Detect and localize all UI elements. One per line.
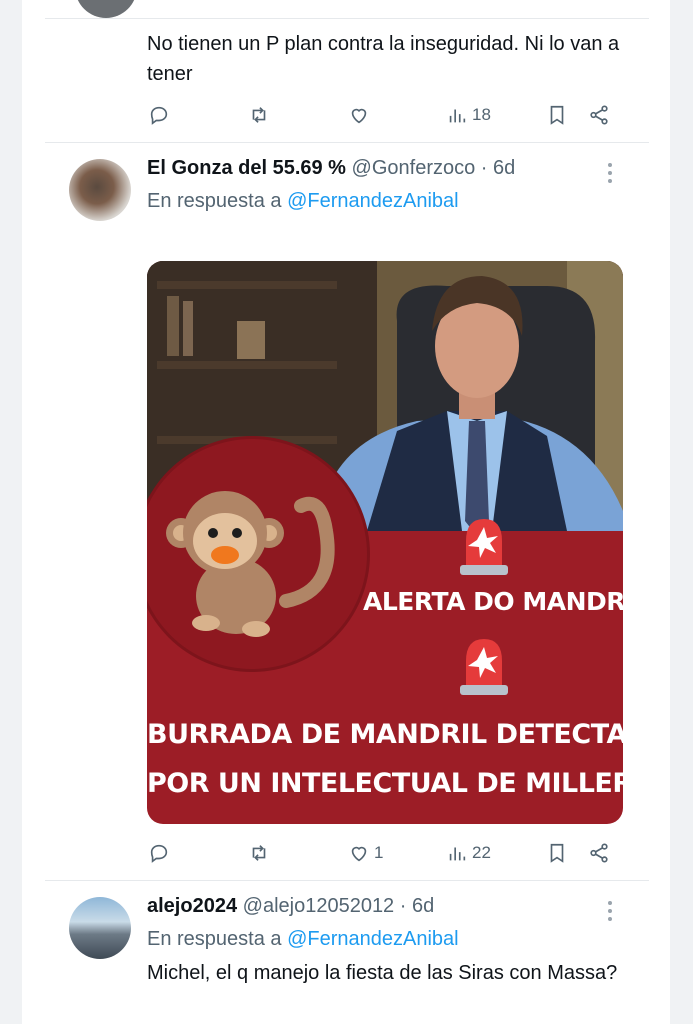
display-name[interactable]: El Gonza del 55.69 % [147, 157, 346, 179]
image-caption-line2: BURRADA DE MANDRIL DETECTADA [147, 719, 623, 750]
bookmark-button[interactable] [546, 102, 568, 128]
heart-icon [351, 846, 367, 862]
timestamp[interactable]: 6d [412, 895, 434, 917]
siren-icon [460, 639, 508, 695]
handle[interactable]: @Gonferzoco [352, 157, 476, 179]
share-icon [590, 105, 608, 125]
avatar[interactable] [69, 897, 131, 959]
more-options-button[interactable] [607, 163, 613, 185]
retweet-button[interactable] [248, 102, 274, 128]
separator: · [399, 895, 407, 917]
divider [45, 880, 649, 881]
avatar[interactable] [75, 0, 137, 18]
tweet-header: alejo2024 @alejo12052012 · 6d [147, 895, 434, 918]
views-button[interactable]: 18 [446, 102, 491, 128]
reply-mention[interactable]: @FernandezAnibal [287, 928, 459, 950]
avatar[interactable] [69, 159, 131, 221]
views-count: 22 [472, 843, 491, 862]
reply-mention[interactable]: @FernandezAnibal [287, 190, 459, 212]
bookmark-button[interactable] [546, 840, 568, 866]
bar-chart-icon [449, 109, 466, 123]
monkey-icon [166, 491, 335, 637]
image-caption-line3: POR UN INTELECTUAL DE MILLER [147, 768, 623, 799]
retweet-icon [252, 845, 266, 861]
more-options-button[interactable] [607, 901, 613, 923]
share-icon [590, 843, 608, 863]
share-button[interactable] [588, 102, 610, 128]
display-name[interactable]: alejo2024 [147, 895, 237, 917]
heart-icon [351, 108, 367, 124]
timeline-column: No tienen un P plan contra la insegurida… [22, 0, 670, 1024]
reply-prefix: En respuesta a [147, 190, 282, 212]
reply-prefix: En respuesta a [147, 928, 282, 950]
separator: · [480, 157, 488, 179]
tweet-text: Michel, el q manejo la fiesta de las Sir… [147, 962, 618, 984]
reply-button[interactable] [148, 840, 174, 866]
views-button[interactable]: 22 [446, 840, 491, 866]
bookmark-icon [550, 843, 564, 863]
handle[interactable]: @alejo12052012 [243, 895, 395, 917]
reply-context: En respuesta a @FernandezAnibal [147, 190, 459, 213]
tweet-text: No tienen un P plan contra la insegurida… [147, 33, 620, 85]
like-button[interactable]: 1 [348, 840, 383, 866]
bookmark-icon [550, 105, 564, 125]
retweet-button[interactable] [248, 840, 274, 866]
tweet-image[interactable]: ALERTA DO MANDRIL BURRADA DE MANDRIL DET… [147, 261, 623, 824]
retweet-icon [252, 107, 266, 123]
reply-button[interactable] [148, 102, 174, 128]
divider [45, 142, 649, 143]
reply-icon [150, 844, 168, 863]
siren-icon [460, 519, 508, 575]
like-count: 1 [374, 843, 384, 862]
image-caption-alert: ALERTA DO MANDRIL [363, 587, 623, 616]
tweet-header: El Gonza del 55.69 % @Gonferzoco · 6d [147, 157, 515, 180]
reply-context: En respuesta a @FernandezAnibal [147, 928, 459, 951]
reply-icon [150, 106, 168, 125]
like-button[interactable] [348, 102, 374, 128]
timestamp[interactable]: 6d [493, 157, 515, 179]
share-button[interactable] [588, 840, 610, 866]
bar-chart-icon [449, 847, 466, 861]
views-count: 18 [472, 105, 491, 124]
divider [45, 18, 649, 19]
